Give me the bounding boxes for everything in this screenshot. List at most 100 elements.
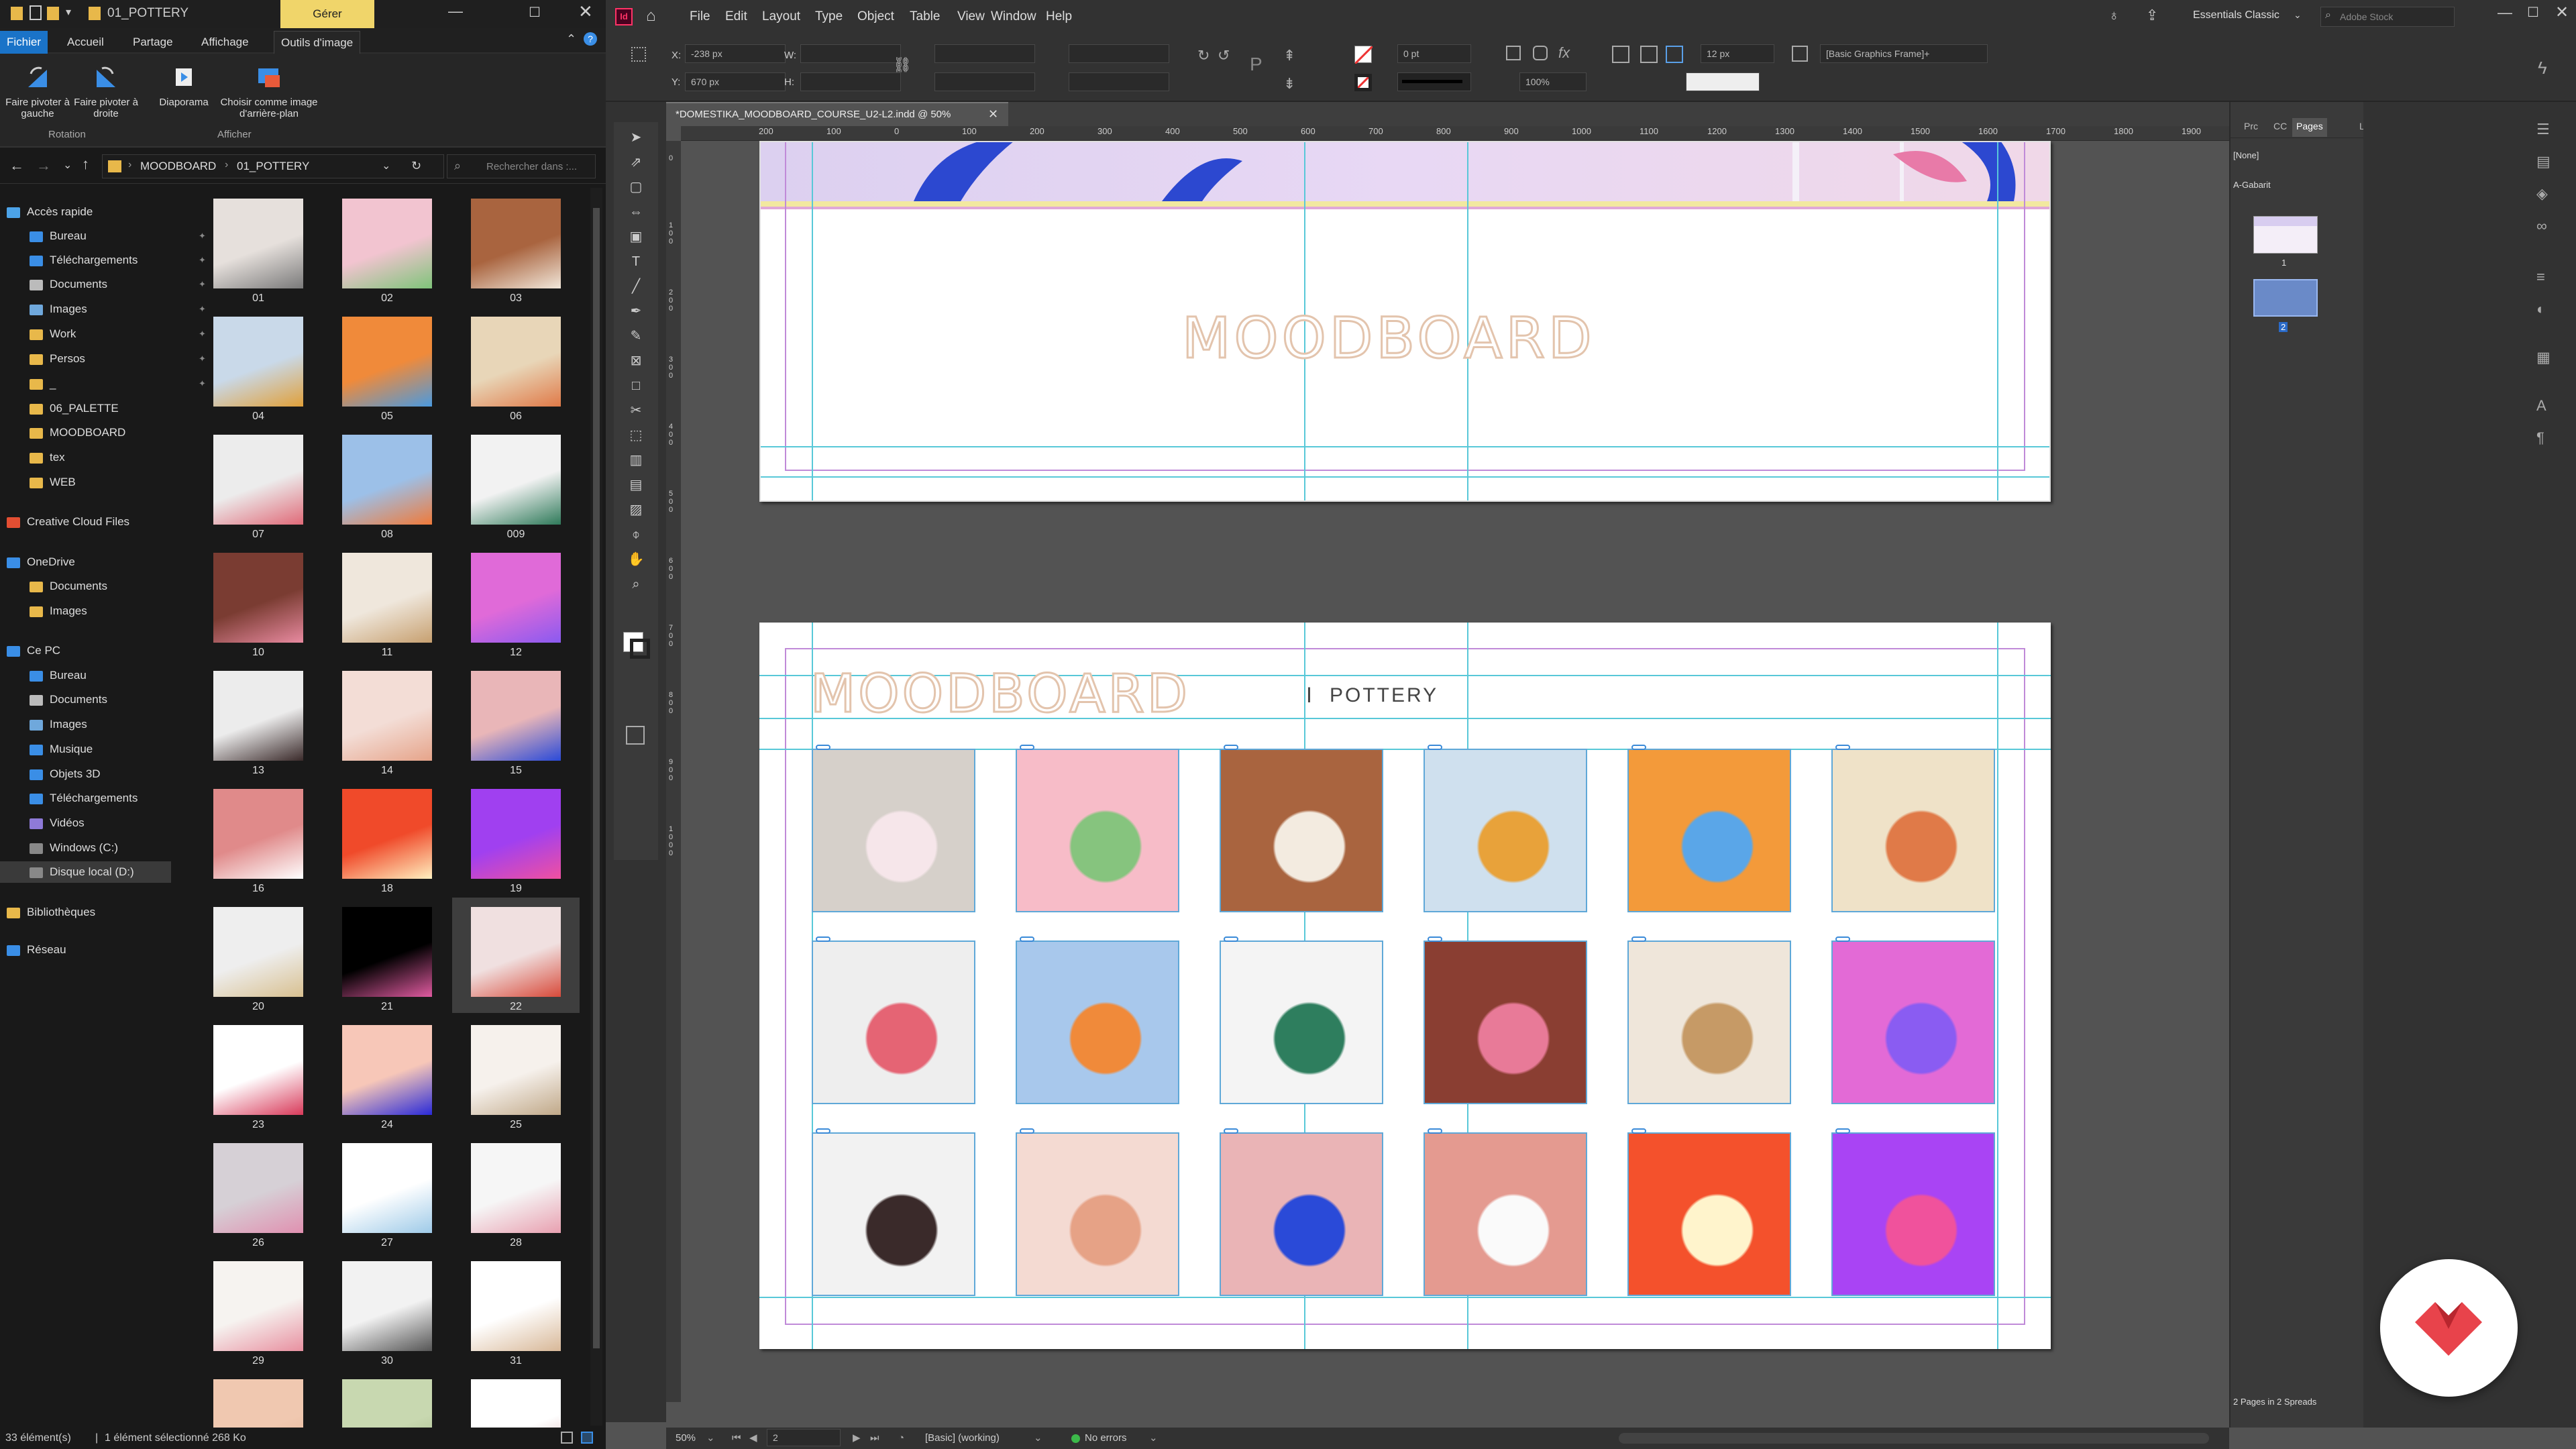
file-thumbnail[interactable]: [323, 1370, 451, 1429]
set-background-button[interactable]: Choisir comme image d'arrière-plan: [219, 64, 319, 119]
help-icon[interactable]: ?: [584, 32, 597, 46]
y-position-field[interactable]: 670 px: [685, 72, 786, 91]
file-thumbnail[interactable]: [195, 1370, 322, 1429]
selection-tool-icon[interactable]: ➤: [626, 127, 646, 148]
workspace-dropdown-icon[interactable]: ⌄: [2294, 9, 2302, 21]
constrain-proportions-icon[interactable]: ⛓: [893, 56, 912, 74]
rotate-left-button[interactable]: Faire pivoter à gauche: [3, 64, 72, 119]
explorer-scrollbar[interactable]: [590, 188, 602, 1426]
stroke-swatch-tool[interactable]: [630, 639, 650, 659]
collapse-ribbon-icon[interactable]: ⌃: [566, 32, 576, 46]
tab-preflight[interactable]: Prc: [2244, 121, 2258, 131]
moodboard-image-frame[interactable]: [1424, 936, 1587, 1104]
content-grabber-icon[interactable]: [816, 936, 830, 942]
pencil-tool-icon[interactable]: ✎: [626, 326, 646, 346]
nav-item-t-l-chargements[interactable]: Téléchargements: [30, 788, 138, 809]
fit-content-icon[interactable]: [1640, 46, 1658, 63]
reference-point-icon[interactable]: [631, 47, 646, 62]
moodboard-image-frame[interactable]: [1627, 1128, 1791, 1296]
vertical-ruler[interactable]: 0 1 0 0 2 0 0 3 0 0 4 0 0 5 0 0 6 0 0 7 0 0 8 0 …: [666, 141, 681, 1402]
moodboard-image-frame[interactable]: [1627, 936, 1791, 1104]
address-dropdown-icon[interactable]: ⌄: [382, 159, 390, 172]
pages-icon[interactable]: ▤: [2536, 153, 2551, 170]
search-box[interactable]: ⌕ Rechercher dans :...: [447, 154, 596, 178]
nav-item-biblioth-ques[interactable]: Bibliothèques: [7, 902, 95, 923]
file-thumbnail[interactable]: 009: [452, 425, 580, 541]
line-tool-icon[interactable]: ╱: [626, 276, 646, 297]
font-size-field[interactable]: 12 px: [1701, 44, 1774, 63]
gap-tool-icon[interactable]: ⇔: [626, 202, 646, 222]
file-thumbnail[interactable]: 10: [195, 543, 322, 659]
file-thumbnail[interactable]: 25: [452, 1016, 580, 1131]
moodboard-image-frame[interactable]: [812, 1128, 975, 1296]
workspace-switcher[interactable]: Essentials Classic: [2193, 9, 2279, 21]
fit-frame-icon[interactable]: [1612, 46, 1629, 63]
content-grabber-icon[interactable]: [1835, 1128, 1850, 1134]
eyedropper-tool-icon[interactable]: ⌽: [626, 525, 646, 545]
file-thumbnail[interactable]: [452, 1370, 580, 1429]
home-icon[interactable]: ⌂: [646, 7, 656, 25]
nav-item-moodboard[interactable]: MOODBOARD: [30, 422, 125, 443]
nav-item-vid-os[interactable]: Vidéos: [30, 812, 85, 834]
content-grabber-icon[interactable]: [1631, 1128, 1646, 1134]
file-thumbnail[interactable]: 27: [323, 1134, 451, 1249]
file-thumbnail[interactable]: 23: [195, 1016, 322, 1131]
swatches-icon[interactable]: ▦: [2536, 349, 2551, 366]
content-collector-icon[interactable]: ▣: [626, 227, 646, 247]
breadcrumb-pottery[interactable]: 01_POTTERY: [237, 160, 309, 173]
paragraph-icon[interactable]: ¶: [2536, 429, 2544, 447]
file-thumbnail[interactable]: 16: [195, 780, 322, 895]
menu-table[interactable]: Table: [910, 9, 940, 24]
rotate-right-button[interactable]: Faire pivoter à droite: [71, 64, 141, 119]
links-icon[interactable]: ∞: [2536, 217, 2547, 235]
content-grabber-icon[interactable]: [1631, 745, 1646, 750]
content-grabber-icon[interactable]: [1835, 936, 1850, 942]
width-field[interactable]: [800, 44, 901, 63]
note-tool-icon[interactable]: ▨: [626, 500, 646, 520]
slideshow-button[interactable]: Diaporama: [150, 64, 217, 108]
content-grabber-icon[interactable]: [1020, 1128, 1034, 1134]
nav-item-onedrive[interactable]: OneDrive: [7, 551, 75, 573]
file-thumbnail[interactable]: 14: [323, 661, 451, 777]
moodboard-image-frame[interactable]: [1220, 936, 1383, 1104]
file-thumbnail[interactable]: 19: [452, 780, 580, 895]
object-style-dropdown[interactable]: [Basic Graphics Frame]+: [1820, 44, 1988, 63]
preflight-icon[interactable]: ◔: [898, 1428, 904, 1449]
swatch-preview[interactable]: [1686, 72, 1760, 91]
properties-icon[interactable]: [30, 5, 42, 20]
rotate-ccw-icon[interactable]: ↺: [1218, 47, 1230, 64]
moodboard-image-frame[interactable]: [1220, 745, 1383, 912]
nav-item-persos[interactable]: Persos ✦: [30, 348, 206, 370]
moodboard-image-frame[interactable]: [1831, 936, 1995, 1104]
content-grabber-icon[interactable]: [1224, 936, 1238, 942]
nav-item-images[interactable]: Images: [30, 600, 87, 622]
minimize-button[interactable]: —: [2498, 4, 2512, 21]
zoom-tool-icon[interactable]: ⌕: [626, 574, 646, 594]
quick-access-dropdown-icon[interactable]: ▾: [66, 5, 71, 19]
pen-tool-icon[interactable]: ✒: [626, 301, 646, 321]
master-a-gabarit[interactable]: A-Gabarit: [2233, 180, 2271, 190]
color-icon[interactable]: ◐: [2536, 301, 2545, 318]
file-thumbnail[interactable]: 31: [452, 1252, 580, 1367]
file-thumbnail[interactable]: 12: [452, 543, 580, 659]
nav-item-documents[interactable]: Documents: [30, 576, 107, 597]
manage-context-tab[interactable]: Gérer: [280, 0, 374, 28]
menu-type[interactable]: Type: [815, 9, 843, 24]
content-grabber-icon[interactable]: [1428, 1128, 1442, 1134]
moodboard-image-frame[interactable]: [1831, 745, 1995, 912]
text-wrap-icon[interactable]: [1506, 46, 1521, 60]
nav-item-bureau[interactable]: Bureau ✦: [30, 225, 206, 247]
character-icon[interactable]: A: [2536, 397, 2546, 415]
nav-item-images[interactable]: Images ✦: [30, 299, 206, 320]
close-button[interactable]: ✕: [578, 1, 593, 22]
nav-item-windows-c-[interactable]: Windows (C:): [30, 837, 118, 859]
page2-subtitle[interactable]: POTTERY: [1330, 684, 1438, 707]
scissors-tool-icon[interactable]: ✂: [626, 400, 646, 421]
menu-help[interactable]: Help: [1046, 9, 1072, 24]
moodboard-image-frame[interactable]: [1627, 745, 1791, 912]
hand-tool-icon[interactable]: ✋: [626, 549, 646, 570]
x-position-field[interactable]: -238 px: [685, 44, 786, 63]
screen-mode-icon[interactable]: [626, 726, 645, 745]
refresh-icon[interactable]: ↻: [411, 159, 421, 173]
stroke-swatch[interactable]: [1354, 74, 1372, 91]
